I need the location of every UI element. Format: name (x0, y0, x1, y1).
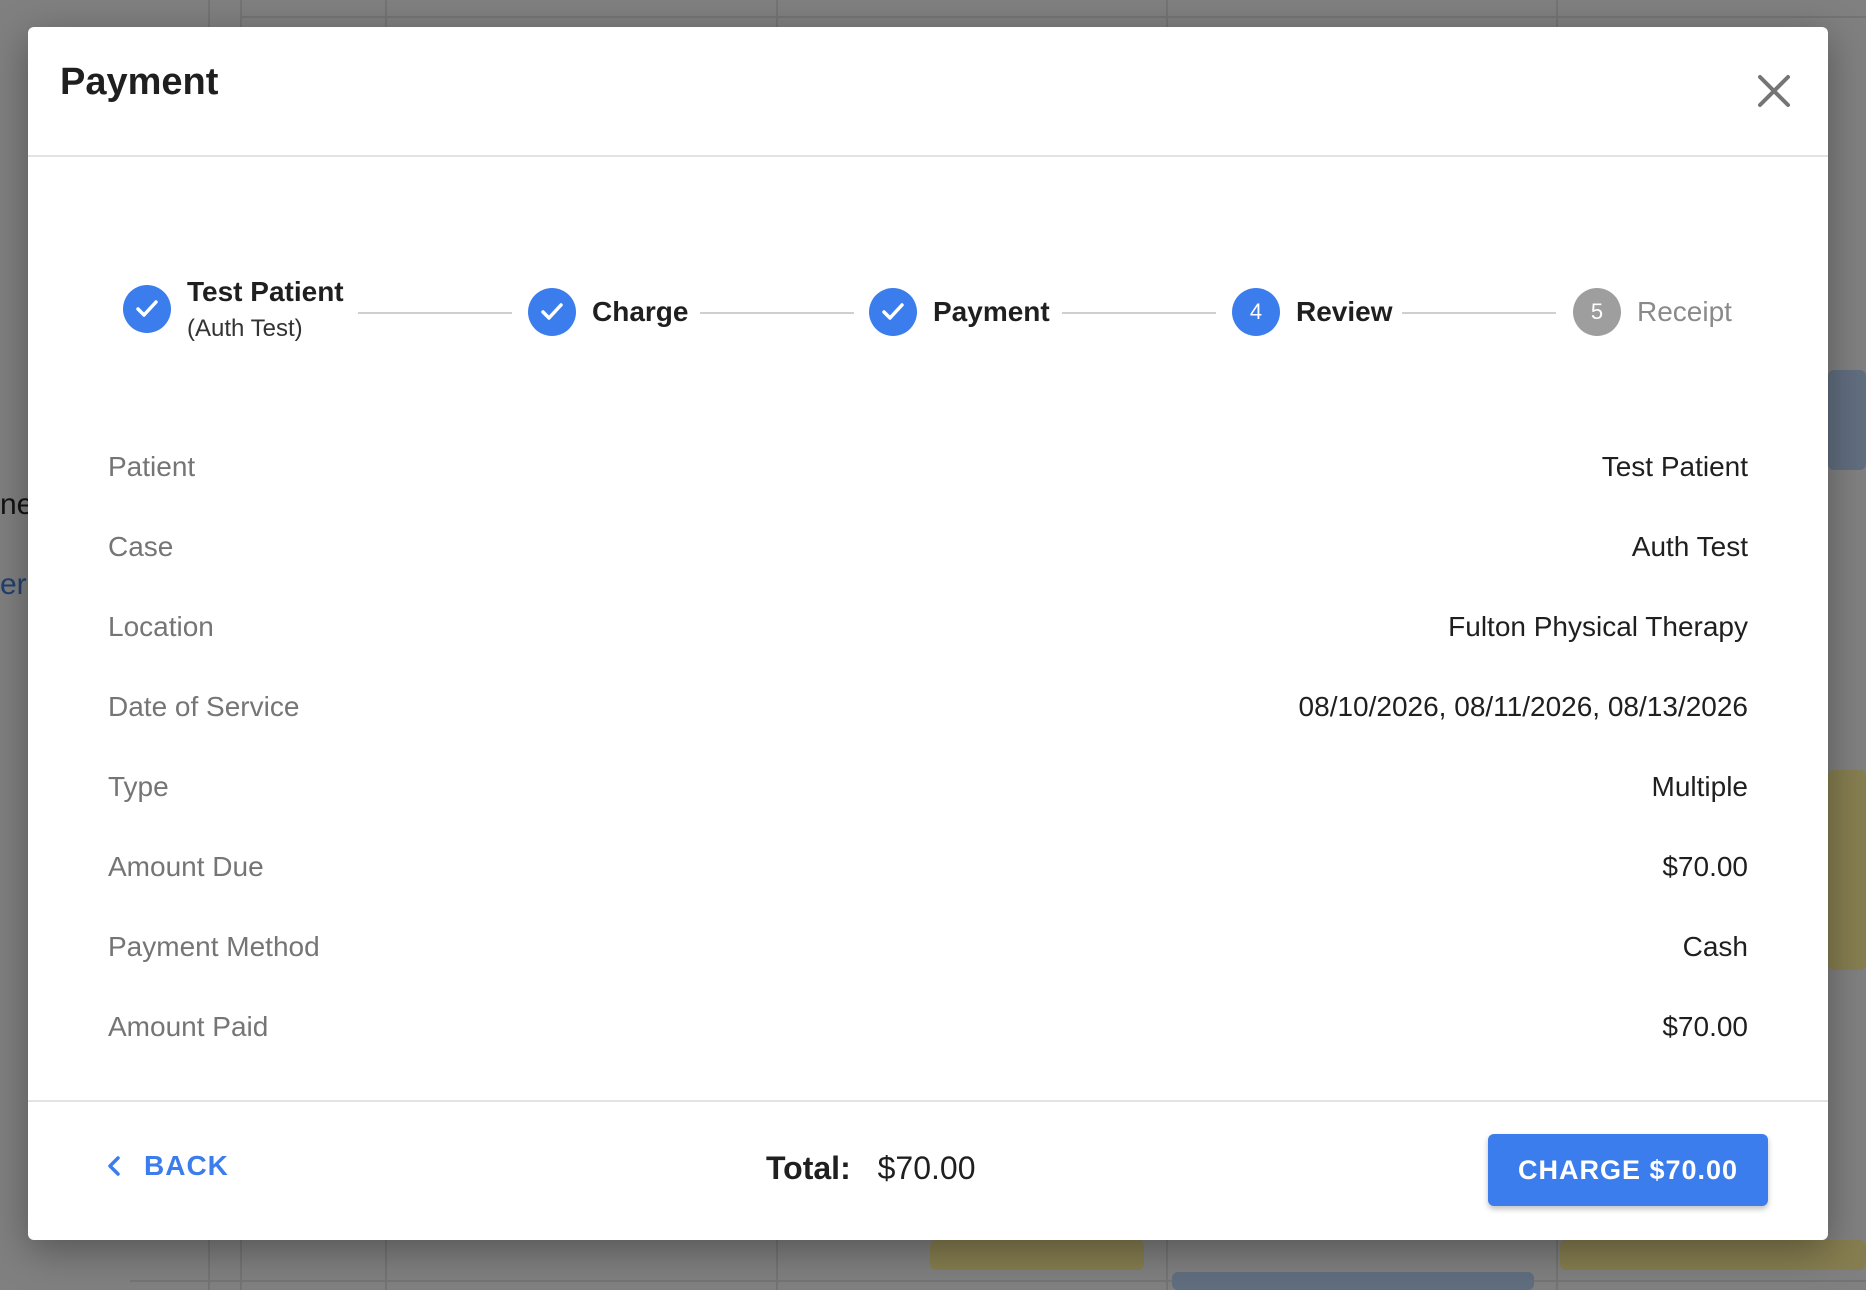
dialog-header: Payment (28, 27, 1828, 157)
row-value: Fulton Physical Therapy (1448, 611, 1748, 642)
step-connector (700, 312, 854, 314)
row-value: $70.00 (1662, 851, 1748, 882)
check-icon (541, 303, 563, 320)
row-value: $70.00 (1662, 1011, 1748, 1042)
chevron-left-icon (108, 1156, 120, 1176)
dialog-title: Payment (60, 61, 219, 103)
review-row-amount-paid: Amount Paid $70.00 (108, 987, 1748, 1067)
close-button[interactable] (1750, 67, 1798, 115)
step-title: Payment (933, 296, 1050, 328)
back-button-label: BACK (144, 1150, 229, 1181)
step-complete-badge (528, 288, 576, 336)
step-title: Charge (592, 296, 689, 328)
review-details: Patient Test Patient Case Auth Test Loca… (108, 427, 1748, 1067)
total-label: Total: (766, 1150, 851, 1186)
step-complete-badge (869, 288, 917, 336)
step-connector (358, 312, 512, 314)
step-connector (1402, 312, 1556, 314)
review-row-case: Case Auth Test (108, 507, 1748, 587)
row-label: Amount Due (108, 851, 264, 882)
back-button[interactable]: BACK (106, 1150, 229, 1182)
row-value: Cash (1682, 931, 1748, 962)
step-review[interactable]: 4 Review (1232, 288, 1393, 336)
payment-stepper: Test Patient (Auth Test) Charge Payment … (28, 255, 1828, 365)
row-label: Payment Method (108, 931, 320, 962)
row-label: Patient (108, 451, 196, 482)
review-row-amount-due: Amount Due $70.00 (108, 827, 1748, 907)
review-row-payment-method: Payment Method Cash (108, 907, 1748, 987)
step-connector (1062, 312, 1216, 314)
step-payment[interactable]: Payment (869, 288, 1050, 336)
review-row-date-of-service: Date of Service 08/10/2026, 08/11/2026, … (108, 667, 1748, 747)
total-value: $70.00 (877, 1150, 976, 1186)
row-label: Date of Service (108, 691, 300, 722)
step-test-patient[interactable]: Test Patient (Auth Test) (123, 275, 344, 343)
check-icon (882, 303, 904, 320)
review-row-type: Type Multiple (108, 747, 1748, 827)
step-title: Receipt (1637, 296, 1732, 328)
total-display: Total: $70.00 (766, 1150, 975, 1187)
step-receipt[interactable]: 5 Receipt (1573, 288, 1732, 336)
step-number-badge: 5 (1573, 288, 1621, 336)
payment-dialog: Payment Test Patient (Auth Test) Charge … (28, 27, 1828, 1240)
row-value: Test Patient (1601, 451, 1748, 482)
step-subtitle: (Auth Test) (187, 314, 303, 342)
row-value: 08/10/2026, 08/11/2026, 08/13/2026 (1298, 691, 1748, 722)
review-row-location: Location Fulton Physical Therapy (108, 587, 1748, 667)
row-value: Auth Test (1631, 531, 1748, 562)
review-row-patient: Patient Test Patient (108, 427, 1748, 507)
row-label: Location (108, 611, 214, 642)
close-icon (1758, 75, 1790, 107)
step-title: Review (1296, 296, 1393, 328)
row-value: Multiple (1651, 771, 1748, 802)
row-label: Amount Paid (108, 1011, 269, 1042)
step-complete-badge (123, 285, 171, 334)
row-label: Case (108, 531, 174, 562)
charge-button[interactable]: CHARGE $70.00 (1488, 1134, 1768, 1206)
step-title: Test Patient (187, 276, 344, 307)
step-label: Test Patient (Auth Test) (187, 275, 344, 343)
step-number-badge: 4 (1232, 288, 1280, 336)
dialog-footer: BACK Total: $70.00 CHARGE $70.00 (28, 1100, 1828, 1240)
step-charge[interactable]: Charge (528, 288, 688, 336)
check-icon (136, 300, 158, 317)
row-label: Type (108, 771, 169, 802)
